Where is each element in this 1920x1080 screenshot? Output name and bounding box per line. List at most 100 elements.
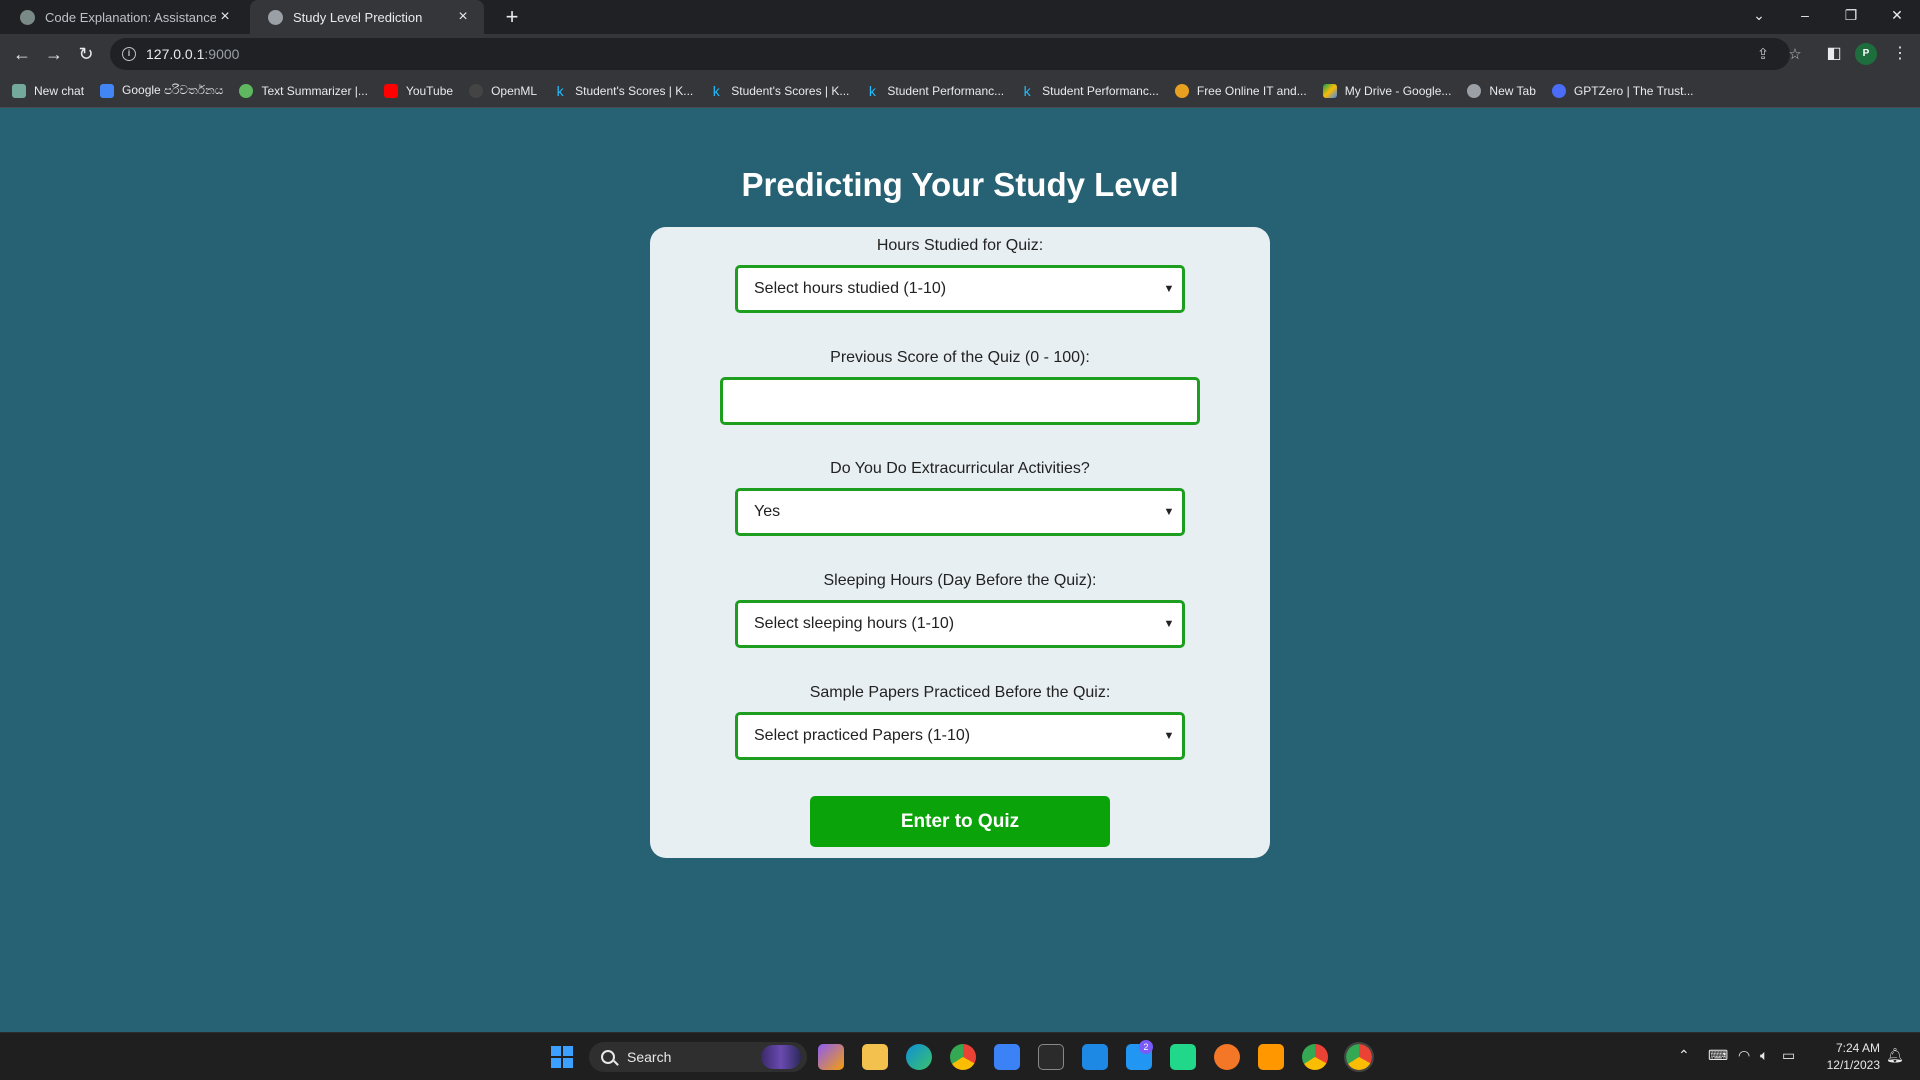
close-window-button[interactable]: ✕ [1874,0,1920,30]
notification-bell-icon[interactable]: 🔔︎ [1886,1047,1904,1064]
bookmark-new-tab[interactable]: New Tab [1467,83,1536,98]
bookmark-text-summarizer[interactable]: Text Summarizer |... [239,83,368,98]
clock-date: 12/1/2023 [1826,1058,1880,1072]
bookmark-kaggle-1[interactable]: k Student's Scores | K... [553,82,694,99]
bookmark-label: Text Summarizer |... [261,83,368,98]
bookmark-label: Student's Scores | K... [575,83,694,98]
bookmark-kaggle-3[interactable]: k Student Performanc... [865,84,1004,98]
file-explorer-icon[interactable] [862,1044,888,1070]
tab-title: Study Level Prediction [293,9,423,25]
kaggle-icon: k [556,82,564,99]
minimize-button[interactable]: – [1782,0,1828,30]
forward-arrow-icon[interactable]: → [40,40,68,68]
sleeping-hours-label: Sleeping Hours (Day Before the Quiz): [823,572,1097,589]
taskbar-search[interactable]: Search [589,1042,807,1072]
keyboard-icon[interactable]: ⌨ [1708,1047,1728,1064]
windows-taskbar: Search 2 ⌃ ⌨ ◠ 🔈︎ ▭ 7:24 AM 12/1/2023 🔔︎ [0,1032,1920,1080]
chevron-down-icon: ▼ [1163,283,1175,295]
tab-search-chevron-icon[interactable]: ⌄ [1736,0,1782,30]
tab-code-explanation[interactable]: Code Explanation: Assistance Pr × [2,0,246,34]
course-site-icon [1174,83,1189,98]
enter-to-quiz-button[interactable]: Enter to Quiz [810,796,1110,847]
notepad-icon[interactable] [994,1044,1020,1070]
previous-score-input[interactable] [720,377,1200,425]
pycharm-icon[interactable] [1170,1044,1196,1070]
summarizer-icon [239,83,254,98]
bookmark-new-chat[interactable]: New chat [12,83,85,98]
sample-papers-select[interactable]: Select practiced Papers (1-10) ▼ [735,712,1185,760]
hours-studied-select[interactable]: Select hours studied (1-10) ▼ [735,265,1185,313]
reload-icon[interactable]: ↻ [72,40,100,68]
mail-badge: 2 [1139,1040,1153,1054]
wifi-icon[interactable]: ◠ [1738,1047,1750,1064]
url-host: 127.0.0.1 [146,46,205,62]
prediction-form: Hours Studied for Quiz: Select hours stu… [650,227,1270,858]
sample-papers-value: Select practiced Papers (1-10) [754,727,971,744]
terminal-icon[interactable] [1038,1044,1064,1070]
kaggle-icon: k [1023,82,1031,99]
windows-start-icon[interactable] [551,1046,573,1068]
previous-score-label: Previous Score of the Quiz (0 - 100): [830,349,1090,366]
clock-time: 7:24 AM [1835,1041,1880,1055]
bookmark-google-drive[interactable]: My Drive - Google... [1322,83,1451,98]
chrome-icon[interactable] [950,1044,976,1070]
bookmark-free-online-it[interactable]: Free Online IT and... [1174,83,1307,98]
extracurricular-label: Do You Do Extracurricular Activities? [830,460,1090,477]
sublime-text-icon[interactable] [1258,1044,1284,1070]
google-translate-icon [100,83,115,98]
chevron-down-icon: ▼ [1163,506,1175,518]
search-highlight-icon [761,1045,801,1069]
menu-kebab-icon[interactable]: ⋮ [1888,42,1912,66]
side-panel-icon[interactable]: ◧ [1822,42,1846,66]
edge-icon[interactable] [906,1044,932,1070]
bookmark-star-icon[interactable]: ☆ [1786,46,1804,64]
browser-tab-strip: Code Explanation: Assistance Pr × Study … [0,0,1920,34]
profile-avatar[interactable]: P [1855,43,1877,65]
volume-icon[interactable]: 🔈︎ [1760,1047,1768,1064]
address-bar[interactable]: i 127.0.0.1:9000 ⇪ ☆ [110,38,1802,70]
battery-icon[interactable]: ▭ [1782,1047,1795,1064]
sleeping-hours-value: Select sleeping hours (1-10) [754,615,955,632]
new-tab-button[interactable]: + [498,3,526,31]
bookmark-google-translate[interactable]: Google පරිවර්තනය [100,83,223,98]
chrome-profile-icon[interactable] [1302,1044,1328,1070]
kaggle-icon: k [712,82,720,99]
copilot-icon[interactable] [818,1044,844,1070]
browser-toolbar: ← → ↻ i 127.0.0.1:9000 ⇪ ☆ ◧ P ⋮ [0,34,1920,74]
show-hidden-icons-chevron-icon[interactable]: ⌃ [1678,1047,1690,1064]
restore-button[interactable]: ❐ [1828,0,1874,30]
bookmark-kaggle-2[interactable]: k Student's Scores | K... [709,82,850,99]
system-clock[interactable]: 7:24 AM 12/1/2023 [1808,1040,1880,1074]
kaggle-icon: k [868,82,876,99]
chrome-active-icon[interactable] [1344,1042,1374,1072]
bookmark-openml[interactable]: OpenML [469,83,538,98]
bookmark-label: Free Online IT and... [1196,83,1307,98]
openml-icon [469,83,484,98]
bookmark-gptzero[interactable]: GPTZero | The Trust... [1551,83,1694,98]
sleeping-hours-select[interactable]: Select sleeping hours (1-10) ▼ [735,600,1185,648]
extracurricular-value: Yes [754,503,781,520]
globe-icon [1467,83,1482,98]
bookmark-label: New chat [34,83,85,98]
bookmark-label: OpenML [491,83,538,98]
jupyter-icon[interactable] [1214,1044,1240,1070]
tab-title: Code Explanation: Assistance Pr [45,9,216,25]
share-icon[interactable]: ⇪ [1754,46,1772,64]
chevron-down-icon: ▼ [1163,730,1175,742]
vscode-icon[interactable] [1082,1044,1108,1070]
bookmark-label: Student's Scores | K... [731,83,850,98]
search-icon [601,1050,615,1064]
bookmark-youtube[interactable]: YouTube [383,83,453,98]
site-info-icon[interactable]: i [122,47,136,61]
hours-studied-value: Select hours studied (1-10) [754,280,947,297]
chatgpt-icon [12,83,26,98]
bookmarks-bar: New chat Google පරිවර්තනය Text Summarize… [0,74,1920,108]
close-tab-icon[interactable]: × [454,8,472,26]
tab-study-level-prediction[interactable]: Study Level Prediction × [250,0,484,34]
bookmark-kaggle-4[interactable]: k Student Performanc... [1020,84,1159,98]
extracurricular-select[interactable]: Yes ▼ [735,488,1185,536]
taskbar-search-label: Search [627,1049,672,1065]
page-title: Predicting Your Study Level [741,166,1179,203]
close-tab-icon[interactable]: × [216,8,234,26]
back-arrow-icon[interactable]: ← [8,40,36,68]
